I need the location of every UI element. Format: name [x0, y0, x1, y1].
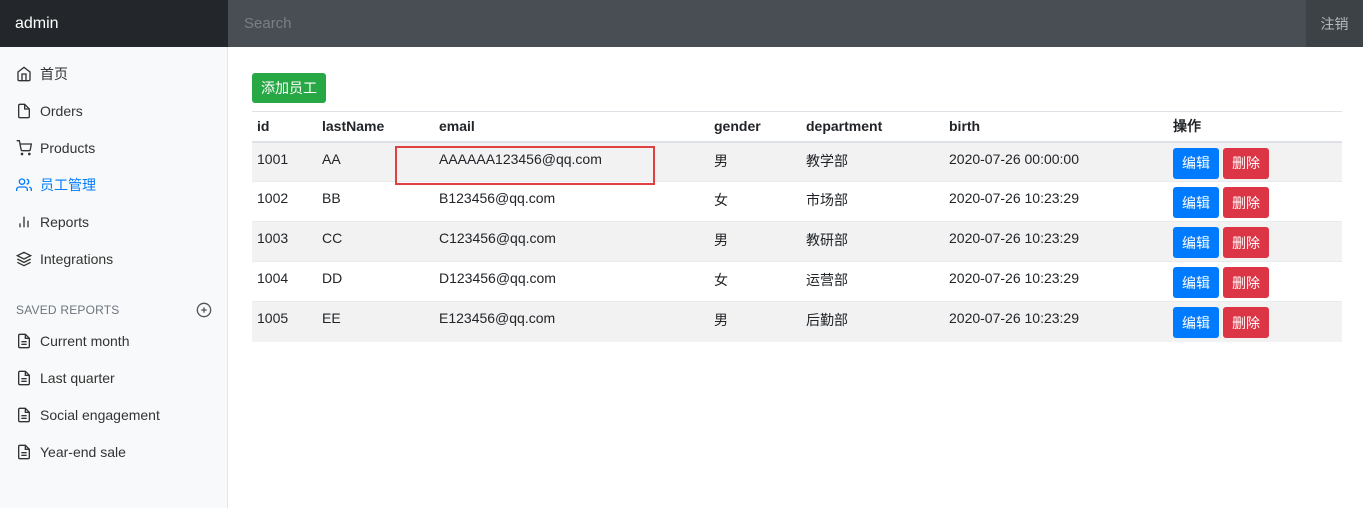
- saved-report-label: Current month: [40, 333, 130, 349]
- cell-id: 1005: [252, 301, 317, 342]
- table-row: 1004 DD D123456@qq.com 女 运营部 2020-07-26 …: [252, 261, 1342, 302]
- cell-birth: 2020-07-26 10:23:29: [944, 181, 1168, 222]
- cell-gender: 男: [709, 301, 801, 342]
- home-icon: [17, 66, 31, 82]
- cell-email: AAAAAA123456@qq.com: [434, 141, 709, 182]
- cell-birth: 2020-07-26 10:23:29: [944, 301, 1168, 342]
- search-input[interactable]: [228, 0, 1306, 47]
- delete-button[interactable]: 删除: [1223, 187, 1269, 218]
- file-text-icon: [18, 370, 30, 386]
- table-row: 1003 CC C123456@qq.com 男 教研部 2020-07-26 …: [252, 221, 1342, 262]
- sidebar-item-products[interactable]: Products: [16, 138, 95, 158]
- main-content: 添加员工 id lastName email gender department…: [228, 47, 1363, 508]
- column-header-actions: 操作: [1168, 111, 1342, 143]
- column-header-department: department: [801, 111, 944, 143]
- edit-button[interactable]: 编辑: [1173, 267, 1219, 298]
- sidebar-item-label: Products: [40, 140, 96, 156]
- saved-reports-title: SAVED REPORTS: [16, 303, 120, 317]
- file-icon: [18, 103, 30, 119]
- column-header-gender: gender: [709, 111, 801, 143]
- edit-button[interactable]: 编辑: [1173, 187, 1219, 218]
- users-icon: [16, 178, 32, 191]
- sidebar: 首页 Orders Products 员工管理 Reports Integrat…: [0, 47, 228, 508]
- cell-lastname: DD: [317, 261, 434, 302]
- edit-button[interactable]: 编辑: [1173, 307, 1219, 338]
- column-header-email: email: [434, 111, 709, 143]
- cart-icon: [16, 140, 32, 156]
- delete-button[interactable]: 删除: [1223, 227, 1269, 258]
- cell-actions: 编辑 删除: [1168, 141, 1342, 182]
- sidebar-item-label: Orders: [40, 103, 83, 119]
- cell-actions: 编辑 删除: [1168, 221, 1342, 262]
- table-row: 1002 BB B123456@qq.com 女 市场部 2020-07-26 …: [252, 181, 1342, 222]
- cell-lastname: BB: [317, 181, 434, 222]
- cell-lastname: EE: [317, 301, 434, 342]
- cell-birth: 2020-07-26 10:23:29: [944, 261, 1168, 302]
- sidebar-item-label: Reports: [40, 214, 90, 230]
- cell-birth: 2020-07-26 10:23:29: [944, 221, 1168, 262]
- cell-id: 1001: [252, 141, 317, 182]
- cell-actions: 编辑 删除: [1168, 261, 1342, 302]
- delete-button[interactable]: 删除: [1223, 147, 1269, 179]
- cell-department: 教研部: [801, 221, 944, 262]
- saved-report-social-engagement[interactable]: Social engagement: [16, 405, 160, 425]
- cell-gender: 男: [709, 141, 801, 182]
- column-header-id: id: [252, 111, 317, 143]
- saved-reports-heading: SAVED REPORTS: [16, 302, 212, 318]
- saved-report-label: Last quarter: [40, 370, 115, 386]
- cell-id: 1002: [252, 181, 317, 222]
- cell-actions: 编辑 删除: [1168, 301, 1342, 342]
- file-text-icon: [18, 407, 30, 423]
- delete-button[interactable]: 删除: [1223, 267, 1269, 298]
- cell-email: C123456@qq.com: [434, 221, 709, 262]
- sidebar-item-label: Integrations: [40, 251, 114, 267]
- plus-circle-icon[interactable]: [196, 302, 212, 318]
- sidebar-item-reports[interactable]: Reports: [16, 212, 89, 232]
- saved-report-last-quarter[interactable]: Last quarter: [16, 368, 115, 388]
- cell-email: D123456@qq.com: [434, 261, 709, 302]
- signout-link[interactable]: 注销: [1306, 0, 1363, 47]
- cell-email: B123456@qq.com: [434, 181, 709, 222]
- sidebar-item-employees[interactable]: 员工管理: [16, 175, 96, 195]
- bar-chart-icon: [19, 216, 29, 228]
- cell-department: 市场部: [801, 181, 944, 222]
- edit-button[interactable]: 编辑: [1173, 147, 1219, 179]
- table-row: 1005 EE E123456@qq.com 男 后勤部 2020-07-26 …: [252, 301, 1342, 342]
- saved-report-year-end-sale[interactable]: Year-end sale: [16, 442, 126, 462]
- employee-table: id lastName email gender department birt…: [252, 111, 1342, 342]
- top-navbar: admin 注销: [0, 0, 1363, 47]
- cell-email: E123456@qq.com: [434, 301, 709, 342]
- table-header-row: id lastName email gender department birt…: [252, 111, 1342, 143]
- file-text-icon: [18, 444, 30, 460]
- cell-gender: 女: [709, 181, 801, 222]
- cell-department: 后勤部: [801, 301, 944, 342]
- cell-id: 1004: [252, 261, 317, 302]
- sidebar-item-label: 员工管理: [40, 177, 96, 193]
- file-text-icon: [18, 333, 30, 349]
- cell-department: 教学部: [801, 141, 944, 182]
- sidebar-item-orders[interactable]: Orders: [16, 101, 83, 121]
- cell-id: 1003: [252, 221, 317, 262]
- cell-gender: 男: [709, 221, 801, 262]
- cell-lastname: AA: [317, 141, 434, 182]
- cell-department: 运营部: [801, 261, 944, 302]
- cell-birth: 2020-07-26 00:00:00: [944, 141, 1168, 182]
- cell-actions: 编辑 删除: [1168, 181, 1342, 222]
- saved-report-label: Social engagement: [40, 407, 160, 423]
- sidebar-item-integrations[interactable]: Integrations: [16, 249, 113, 269]
- table-row: 1001 AA AAAAAA123456@qq.com 男 教学部 2020-0…: [252, 141, 1342, 182]
- sidebar-item-label: 首页: [40, 66, 68, 82]
- sidebar-item-home[interactable]: 首页: [16, 64, 68, 84]
- brand[interactable]: admin: [0, 0, 228, 47]
- column-header-birth: birth: [944, 111, 1168, 143]
- column-header-lastname: lastName: [317, 111, 434, 143]
- add-employee-button[interactable]: 添加员工: [252, 73, 326, 103]
- cell-gender: 女: [709, 261, 801, 302]
- cell-lastname: CC: [317, 221, 434, 262]
- saved-report-current-month[interactable]: Current month: [16, 331, 129, 351]
- delete-button[interactable]: 删除: [1223, 307, 1269, 338]
- edit-button[interactable]: 编辑: [1173, 227, 1219, 258]
- layers-icon: [16, 251, 32, 267]
- saved-report-label: Year-end sale: [40, 444, 126, 460]
